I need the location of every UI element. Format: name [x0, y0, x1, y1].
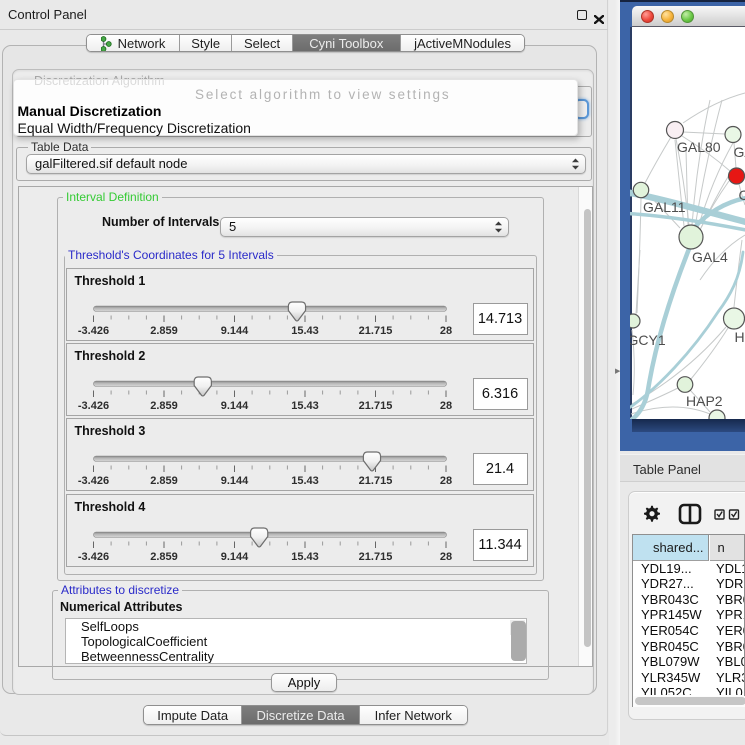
svg-text:9.144: 9.144: [220, 475, 248, 487]
svg-text:21.715: 21.715: [358, 551, 392, 563]
svg-text:9.144: 9.144: [220, 325, 248, 337]
svg-text:-3.426: -3.426: [77, 551, 108, 563]
svg-text:GCY1: GCY1: [630, 332, 666, 348]
svg-text:2.859: 2.859: [150, 475, 178, 487]
svg-text:15.43: 15.43: [291, 325, 319, 337]
svg-text:2.859: 2.859: [150, 400, 178, 412]
svg-text:GAL4: GAL4: [692, 249, 728, 265]
svg-text:C: C: [739, 187, 745, 203]
svg-text:-3.426: -3.426: [77, 400, 108, 412]
svg-text:9.144: 9.144: [220, 551, 248, 563]
svg-text:2.859: 2.859: [150, 551, 178, 563]
svg-text:GA: GA: [734, 144, 745, 160]
svg-text:28: 28: [439, 551, 451, 563]
svg-text:-3.426: -3.426: [77, 325, 108, 337]
svg-text:2.859: 2.859: [150, 325, 178, 337]
svg-text:15.43: 15.43: [291, 475, 319, 487]
svg-text:-3.426: -3.426: [77, 475, 108, 487]
svg-text:21.715: 21.715: [358, 325, 392, 337]
svg-text:28: 28: [439, 475, 451, 487]
svg-text:28: 28: [439, 325, 451, 337]
svg-text:H: H: [735, 329, 745, 345]
svg-text:21.715: 21.715: [358, 400, 392, 412]
svg-text:HAP2: HAP2: [686, 393, 723, 409]
svg-text:GAL80: GAL80: [677, 139, 721, 155]
svg-text:15.43: 15.43: [291, 551, 319, 563]
svg-text:15.43: 15.43: [291, 400, 319, 412]
svg-text:21.715: 21.715: [358, 475, 392, 487]
svg-text:GAL11: GAL11: [643, 199, 686, 215]
svg-text:28: 28: [439, 400, 451, 412]
svg-text:9.144: 9.144: [220, 400, 248, 412]
